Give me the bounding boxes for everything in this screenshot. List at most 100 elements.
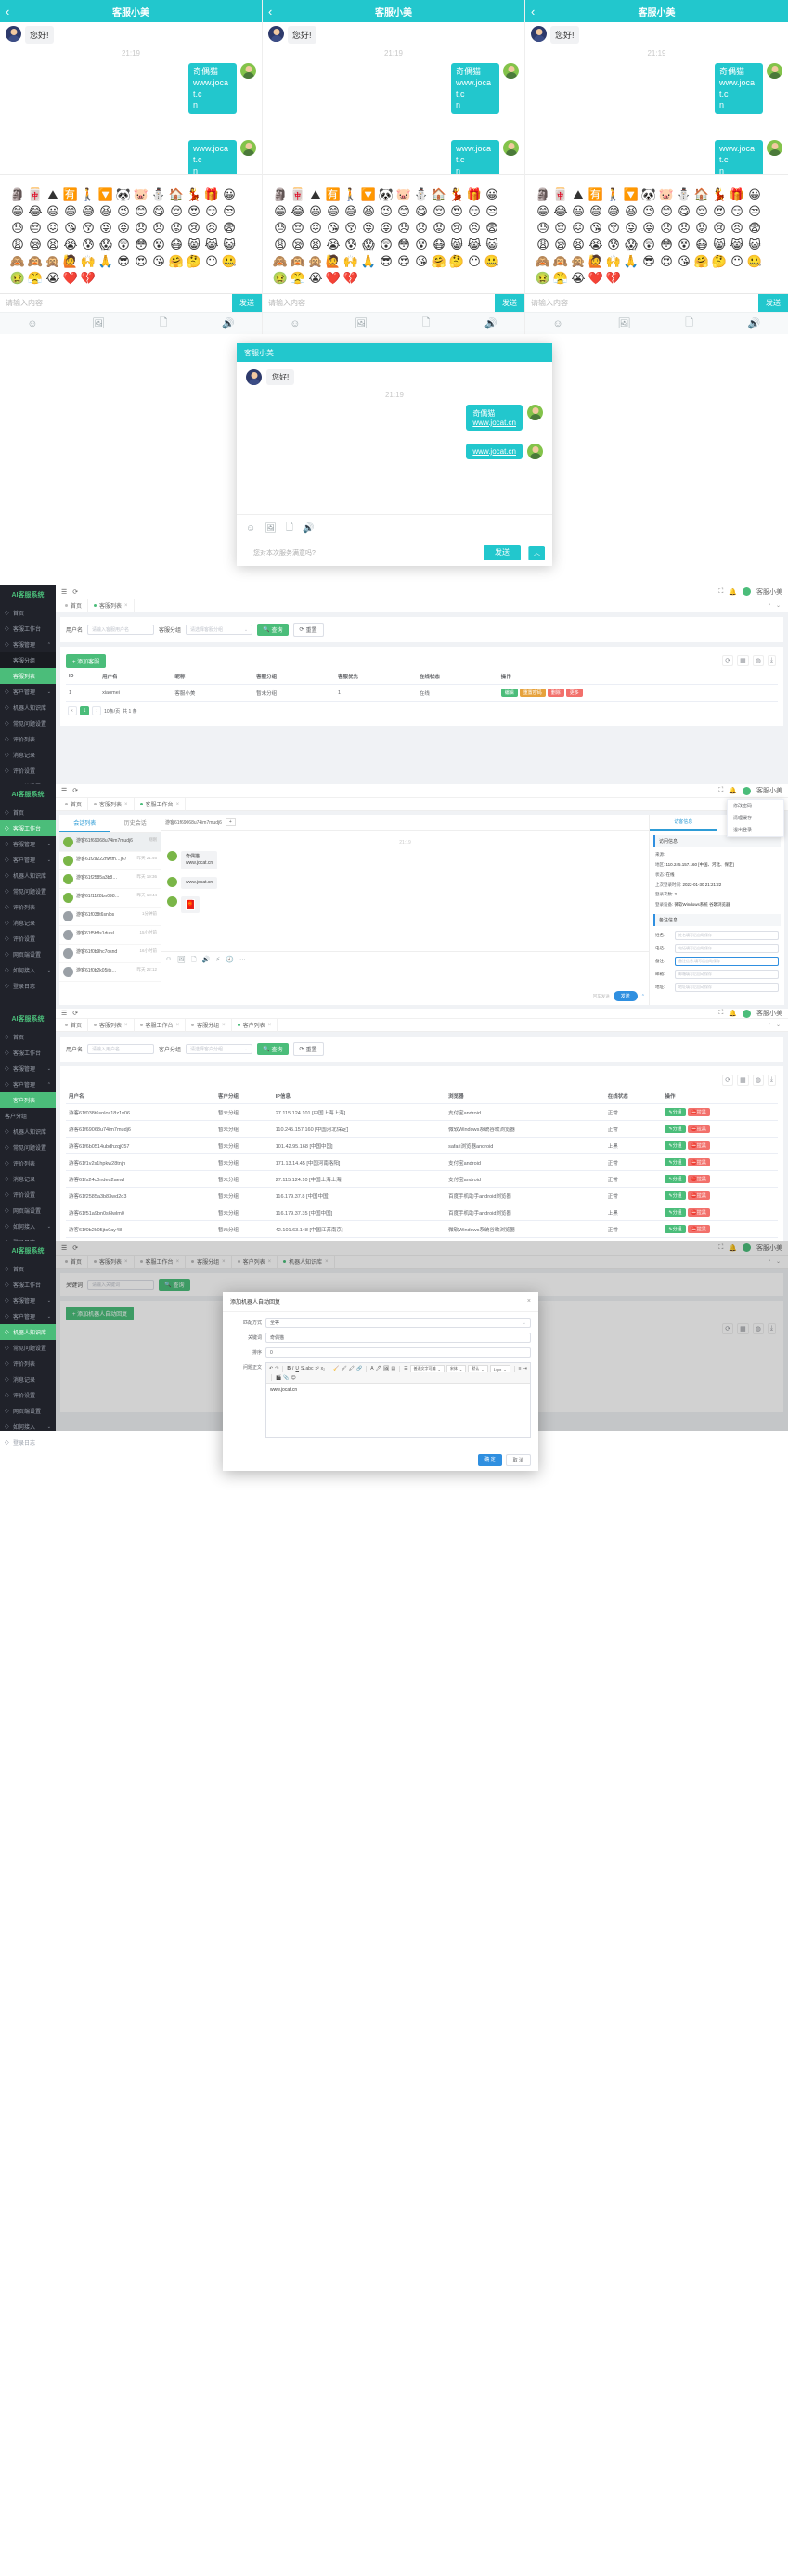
emoji-item[interactable]: 😪	[290, 238, 306, 254]
sidebar-item-评价列表[interactable]: ◇评价列表	[0, 899, 56, 915]
emoji-item[interactable]: 😫	[307, 238, 324, 254]
emoji-item[interactable]: 😍	[133, 255, 149, 271]
emoji-item[interactable]: 😤	[27, 272, 44, 288]
emoji-item[interactable]: 🤗	[431, 255, 447, 271]
emoji-item[interactable]: 😡	[693, 222, 710, 238]
refresh-icon[interactable]: ⟳	[722, 655, 733, 666]
sidebar-item-网页端设置[interactable]: ◇网页端设置	[0, 1203, 56, 1218]
close-icon[interactable]: ×	[268, 1023, 272, 1028]
strikethrough-icon[interactable]: S̶	[301, 1366, 304, 1372]
export-icon[interactable]: ⤓	[768, 1075, 776, 1086]
emoji-item[interactable]: 😺	[484, 238, 500, 254]
emoji-icon[interactable]: ☺	[290, 318, 300, 329]
size-select[interactable]: 14px⌄	[490, 1365, 510, 1372]
back-icon[interactable]: ‹	[268, 6, 272, 18]
field-input[interactable]: 电话填写后自动保存	[675, 944, 779, 953]
emoji-item[interactable]: 😚	[342, 222, 359, 238]
emoji-item[interactable]: 🀄	[290, 188, 306, 204]
emoji-item[interactable]: 😉	[115, 205, 132, 221]
sidebar-item-客服列表[interactable]: 客服列表	[0, 668, 56, 684]
emoji-item[interactable]: 😀	[484, 188, 500, 204]
sidebar-item-首页[interactable]: ◇首页	[0, 805, 56, 820]
underline-icon[interactable]: U	[295, 1366, 299, 1372]
tab-首页[interactable]: 首页	[59, 798, 88, 811]
sound-icon[interactable]: 🔊	[202, 956, 211, 966]
emoji-item[interactable]: 😌	[431, 205, 447, 221]
menu-item-修改密码[interactable]: 修改密码	[728, 800, 783, 812]
emoji-item[interactable]: 😞	[658, 222, 675, 238]
tab-首页[interactable]: 首页	[59, 1019, 88, 1032]
cancel-button[interactable]: 取 消	[506, 1454, 531, 1466]
fullscreen-icon[interactable]: ⛶	[718, 787, 723, 794]
next-page-button[interactable]: ›	[92, 706, 101, 715]
emoji-item[interactable]: 😰	[80, 238, 97, 254]
emoji-item[interactable]: 😎	[640, 255, 657, 271]
sidebar-item-客服管理[interactable]: ◇客服管理⌄	[0, 1293, 56, 1308]
action-拉黑[interactable]: ⛔拉黑	[688, 1175, 710, 1183]
sidebar-item-客服管理[interactable]: ◇客服管理⌄	[0, 836, 56, 852]
table-row[interactable]: 游客61f1v2s1hpkw28tnjh暂未分组171.13.14.45 [中国…	[66, 1154, 778, 1171]
file-icon[interactable]: 🗋	[422, 315, 431, 332]
sidebar-item-机器人知识库[interactable]: ◇机器人知识库	[0, 1324, 56, 1340]
user-dropdown-menu[interactable]: 修改密码清理缓存退出登录	[727, 799, 784, 837]
emoji-item[interactable]: 😹	[729, 238, 745, 254]
emoji-item[interactable]: 🏠	[168, 188, 185, 204]
emoji-item[interactable]: 😆	[360, 205, 377, 221]
emoji-item[interactable]: 😣	[466, 222, 483, 238]
emoji-item[interactable]: 😃	[570, 205, 587, 221]
emoji-item[interactable]: 😂	[290, 205, 306, 221]
tab-客服工作台[interactable]: 客服工作台×	[135, 1019, 187, 1032]
table-row[interactable]: 游客61fs24c0ndeu2aewl暂未分组27.115.124.10 [中国…	[66, 1171, 778, 1188]
file-icon[interactable]: 🗋	[191, 956, 197, 966]
emoji-item[interactable]: 💃	[186, 188, 202, 204]
emoji-icon[interactable]: ☺	[246, 523, 255, 534]
fullscreen-icon[interactable]: ⛶	[718, 588, 723, 596]
emoji-item[interactable]: 😞	[133, 222, 149, 238]
sidebar-item-客服工作台[interactable]: ◇客服工作台	[0, 621, 56, 637]
emoji-item[interactable]: 😘	[150, 255, 167, 271]
sidebar-item-客户管理[interactable]: ◇客户管理⌄	[0, 684, 56, 700]
sidebar-item-评价设置[interactable]: ◇评价设置	[0, 931, 56, 947]
refresh-icon[interactable]: ⟳	[722, 1075, 733, 1086]
emoji-item[interactable]: 😹	[466, 238, 483, 254]
density-icon[interactable]: ◍	[753, 655, 764, 666]
italic-icon[interactable]: I	[292, 1366, 293, 1372]
emoji-item[interactable]: 😚	[80, 222, 97, 238]
emoji-item[interactable]: 😭	[325, 238, 342, 254]
emoji-item[interactable]: 🙏	[623, 255, 639, 271]
image-icon[interactable]: 🖼	[92, 317, 105, 329]
style-select[interactable]: 默认⌄	[468, 1365, 487, 1372]
emoji-item[interactable]: 😢	[448, 222, 465, 238]
emoji-item[interactable]: 🤗	[168, 255, 185, 271]
emoji-item[interactable]: 😲	[115, 238, 132, 254]
message-input[interactable]: 请输入内容	[263, 298, 495, 308]
file-icon[interactable]: 🗋	[286, 521, 293, 536]
emoji-item[interactable]: 😏	[466, 205, 483, 221]
emoji-item[interactable]: 🙊	[45, 255, 61, 271]
emoji-item[interactable]: 🈶	[325, 188, 342, 204]
refresh-icon[interactable]: ⟳	[72, 1010, 78, 1017]
emoji-item[interactable]: 😘	[676, 255, 692, 271]
emoji-item[interactable]: 🤔	[711, 255, 728, 271]
emoji-item[interactable]: 😊	[133, 205, 149, 221]
sound-icon[interactable]: 🔊	[222, 317, 235, 329]
emoji-item[interactable]: 😰	[605, 238, 622, 254]
sidebar-item-客户列表[interactable]: 客户列表	[0, 1092, 56, 1108]
emoji-icon[interactable]: ☺	[27, 318, 37, 329]
attachment-icon[interactable]: 📎	[283, 1375, 289, 1381]
tab-客服工作台[interactable]: 客服工作台×	[135, 798, 187, 811]
field-input[interactable]: 备注信息,填写后自动保存	[675, 957, 779, 966]
emoji-item[interactable]: 😆	[97, 205, 114, 221]
emoji-item[interactable]: 😉	[640, 205, 657, 221]
emoji-item[interactable]: 😱	[360, 238, 377, 254]
font-color-icon[interactable]: A	[370, 1366, 373, 1372]
emoji-item[interactable]: 😺	[746, 238, 763, 254]
emoji-item[interactable]: 😅	[80, 205, 97, 221]
visitor-list-item[interactable]: 游客61f0b2k05jts…昨天 22:12	[59, 963, 161, 982]
action-拉黑[interactable]: ⛔拉黑	[688, 1225, 710, 1233]
emoji-item[interactable]: ⛰	[45, 188, 61, 204]
link[interactable]: www.jocat.cn	[472, 419, 516, 427]
emoji-item[interactable]: 😅	[605, 205, 622, 221]
emoji-item[interactable]: 😄	[325, 205, 342, 221]
sidebar-item-评价列表[interactable]: ◇评价列表	[0, 731, 56, 747]
